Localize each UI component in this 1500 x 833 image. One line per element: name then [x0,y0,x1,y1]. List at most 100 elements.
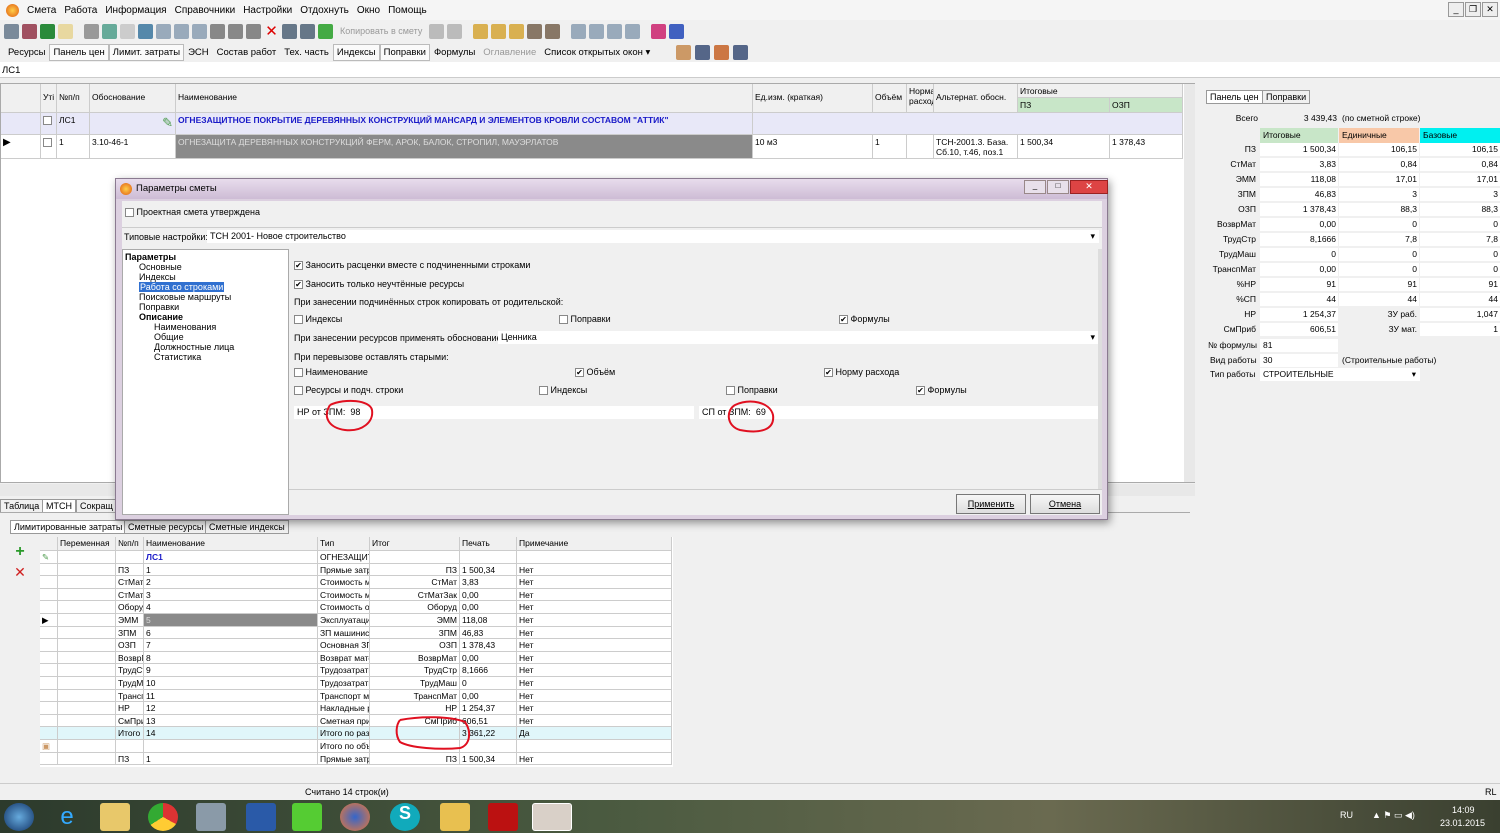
cost-cell[interactable]: СмПриб [370,714,460,728]
cost-cell[interactable]: 10 [144,677,318,690]
shape-icon[interactable] [210,23,225,39]
opt-with-subrows[interactable]: ✔ Заносить расценки вместе с подчиненным… [294,260,530,271]
remove-icon[interactable]: ✕ [10,564,30,584]
cost-cell[interactable]: Транспорт материалов [318,689,370,703]
close-icon[interactable]: ✕ [1482,2,1498,17]
cost-cell[interactable]: ОГНЕЗАЩИТНОЕ ПОКРЫТИЕ ДЕРЕВ [318,551,370,564]
delete-icon[interactable]: ✕ [264,24,279,39]
cost-cell[interactable]: Нет [517,702,672,715]
excel-icon[interactable] [40,23,55,39]
doc2-icon[interactable] [545,23,561,39]
menu-help[interactable]: Помощь [388,5,427,16]
row-name[interactable]: ОГНЕЗАЩИТНОЕ ПОКРЫТИЕ ДЕРЕВЯННЫХ КОНСТРУ… [176,113,753,135]
keep-resources-checkbox[interactable]: Ресурсы и подч. строки [294,385,403,396]
cost-cell[interactable] [460,740,517,753]
tree-rows-selected[interactable]: Работа со строками [139,282,225,292]
formula-field[interactable]: 81 [1260,339,1338,352]
word-icon[interactable] [246,803,276,831]
cancel-button[interactable]: Отмена [1030,494,1100,514]
cost-cell[interactable]: ЗПМ [370,626,460,640]
price-unit[interactable]: 0,84 [1339,158,1419,171]
tab-estimate-resources[interactable]: Сметные ресурсы [124,520,208,534]
language-indicator[interactable]: RU [1340,810,1353,820]
tray-icons[interactable]: ▲ ⚑ ▭ ◀) [1372,810,1415,821]
tab-limited-costs[interactable]: Лимитированные затраты [10,520,127,534]
row-name[interactable]: ОГНЕЗАЩИТА ДЕРЕВЯННЫХ КОНСТРУКЦИЙ ФЕРМ, … [176,135,753,159]
search-icon[interactable] [58,23,73,39]
cost-cell[interactable]: 1 500,34 [460,563,517,577]
copy-formulas-checkbox[interactable]: ✔ Формулы [839,314,890,325]
tab-estimate-indexes[interactable]: Сметные индексы [205,520,289,534]
menu-window[interactable]: Окно [357,5,380,16]
price-final[interactable]: 91 [1260,278,1338,291]
cost-cell[interactable]: ВозврМат [370,651,460,665]
ie-icon[interactable]: e [52,803,82,831]
price-unit[interactable]: 17,01 [1339,173,1419,186]
cost-cell[interactable]: Нет [517,664,672,677]
col-header-alt[interactable]: Альтернат. обосн. [934,84,1018,113]
indent2-icon[interactable] [174,23,189,39]
cost-cell[interactable]: 1 254,37 [460,702,517,715]
vertical-scrollbar[interactable] [1184,84,1195,482]
tree-basic[interactable]: Основные [125,262,286,272]
cost-cell[interactable]: СмПриб [116,714,144,728]
row-checkbox[interactable] [43,116,52,126]
tree-root[interactable]: Параметры [125,252,286,262]
cost-cell[interactable]: 0,00 [460,689,517,703]
price-base[interactable]: 91 [1420,278,1500,291]
cost-cell[interactable]: Стоимость материальных ресурсов [318,576,370,589]
cost-cell[interactable]: Трудозатраты машинистов [318,677,370,690]
cost-cell[interactable]: Накладные расходы [318,702,370,715]
lower-col-header[interactable]: №п/п [116,537,144,551]
cost-cell[interactable]: 606,51 [460,714,517,728]
add-row-icon[interactable] [318,23,333,39]
menu-spravochniki[interactable]: Справочники [175,5,236,16]
cost-cell[interactable]: Эксплуатация машин [318,614,370,627]
cost-cell[interactable]: ТранспМат [116,689,144,703]
price-unit[interactable]: 44 [1339,293,1419,306]
mail-icon[interactable] [440,803,470,831]
nr-field[interactable]: НР от ЗПМ: 98 [294,406,694,419]
indent-icon[interactable] [156,23,171,39]
cost-cell[interactable]: Нет [517,714,672,728]
price-final[interactable]: 0,00 [1260,263,1338,276]
cost-cell[interactable]: Нет [517,752,672,766]
lower-col-header[interactable]: Наименование [144,537,318,551]
acrobat-icon[interactable] [488,803,518,831]
tree-officials[interactable]: Должностные лица [125,342,286,352]
estimate-app-taskbar[interactable] [532,803,572,831]
cost-cell[interactable]: Итого [116,727,144,740]
keep-corrections-checkbox[interactable]: Поправки [726,385,778,396]
cost-cell[interactable]: Нет [517,677,672,690]
copy-doc-icon[interactable] [282,23,297,39]
cost-cell[interactable]: 13 [144,714,318,728]
cost-cell[interactable]: 4 [144,601,318,614]
col-header-num[interactable]: №п/п [57,84,90,113]
cost-cell[interactable]: Возврат материалов [318,651,370,665]
tab-corrections[interactable]: Поправки [1262,90,1311,104]
price-base[interactable]: 44 [1420,293,1500,306]
col-header-ozp[interactable]: ОЗП [1110,98,1183,113]
cost-cell[interactable] [370,727,460,740]
cost-cell[interactable]: Итого по объекту: [318,740,370,753]
price-unit[interactable]: 0 [1339,218,1419,231]
restore-row-icon[interactable] [138,23,153,39]
eraser-icon[interactable] [651,23,667,39]
tech-part-button[interactable]: Тех. часть [280,44,333,61]
menu-rabota[interactable]: Работа [64,5,97,16]
price-base[interactable]: 88,3 [1420,203,1500,216]
cost-cell[interactable]: ОЗП [370,639,460,652]
add-icon[interactable]: + [10,543,30,563]
cost-cell[interactable]: 0,00 [460,588,517,602]
eraser2-icon[interactable] [669,23,685,39]
price-final[interactable]: 606,51 [1260,323,1338,336]
cost-cell[interactable]: 0,00 [460,601,517,614]
row-checkbox[interactable] [43,138,52,148]
keep-norm-checkbox[interactable]: ✔ Норму расхода [824,367,899,378]
cost-cell[interactable]: 8 [144,651,318,665]
work-composition-button[interactable]: Состав работ [213,44,281,61]
truck-icon[interactable] [695,44,711,60]
undo-icon[interactable] [120,23,135,39]
lower-col-header[interactable]: Переменная [58,537,116,551]
cost-cell[interactable]: 1 [144,752,318,766]
